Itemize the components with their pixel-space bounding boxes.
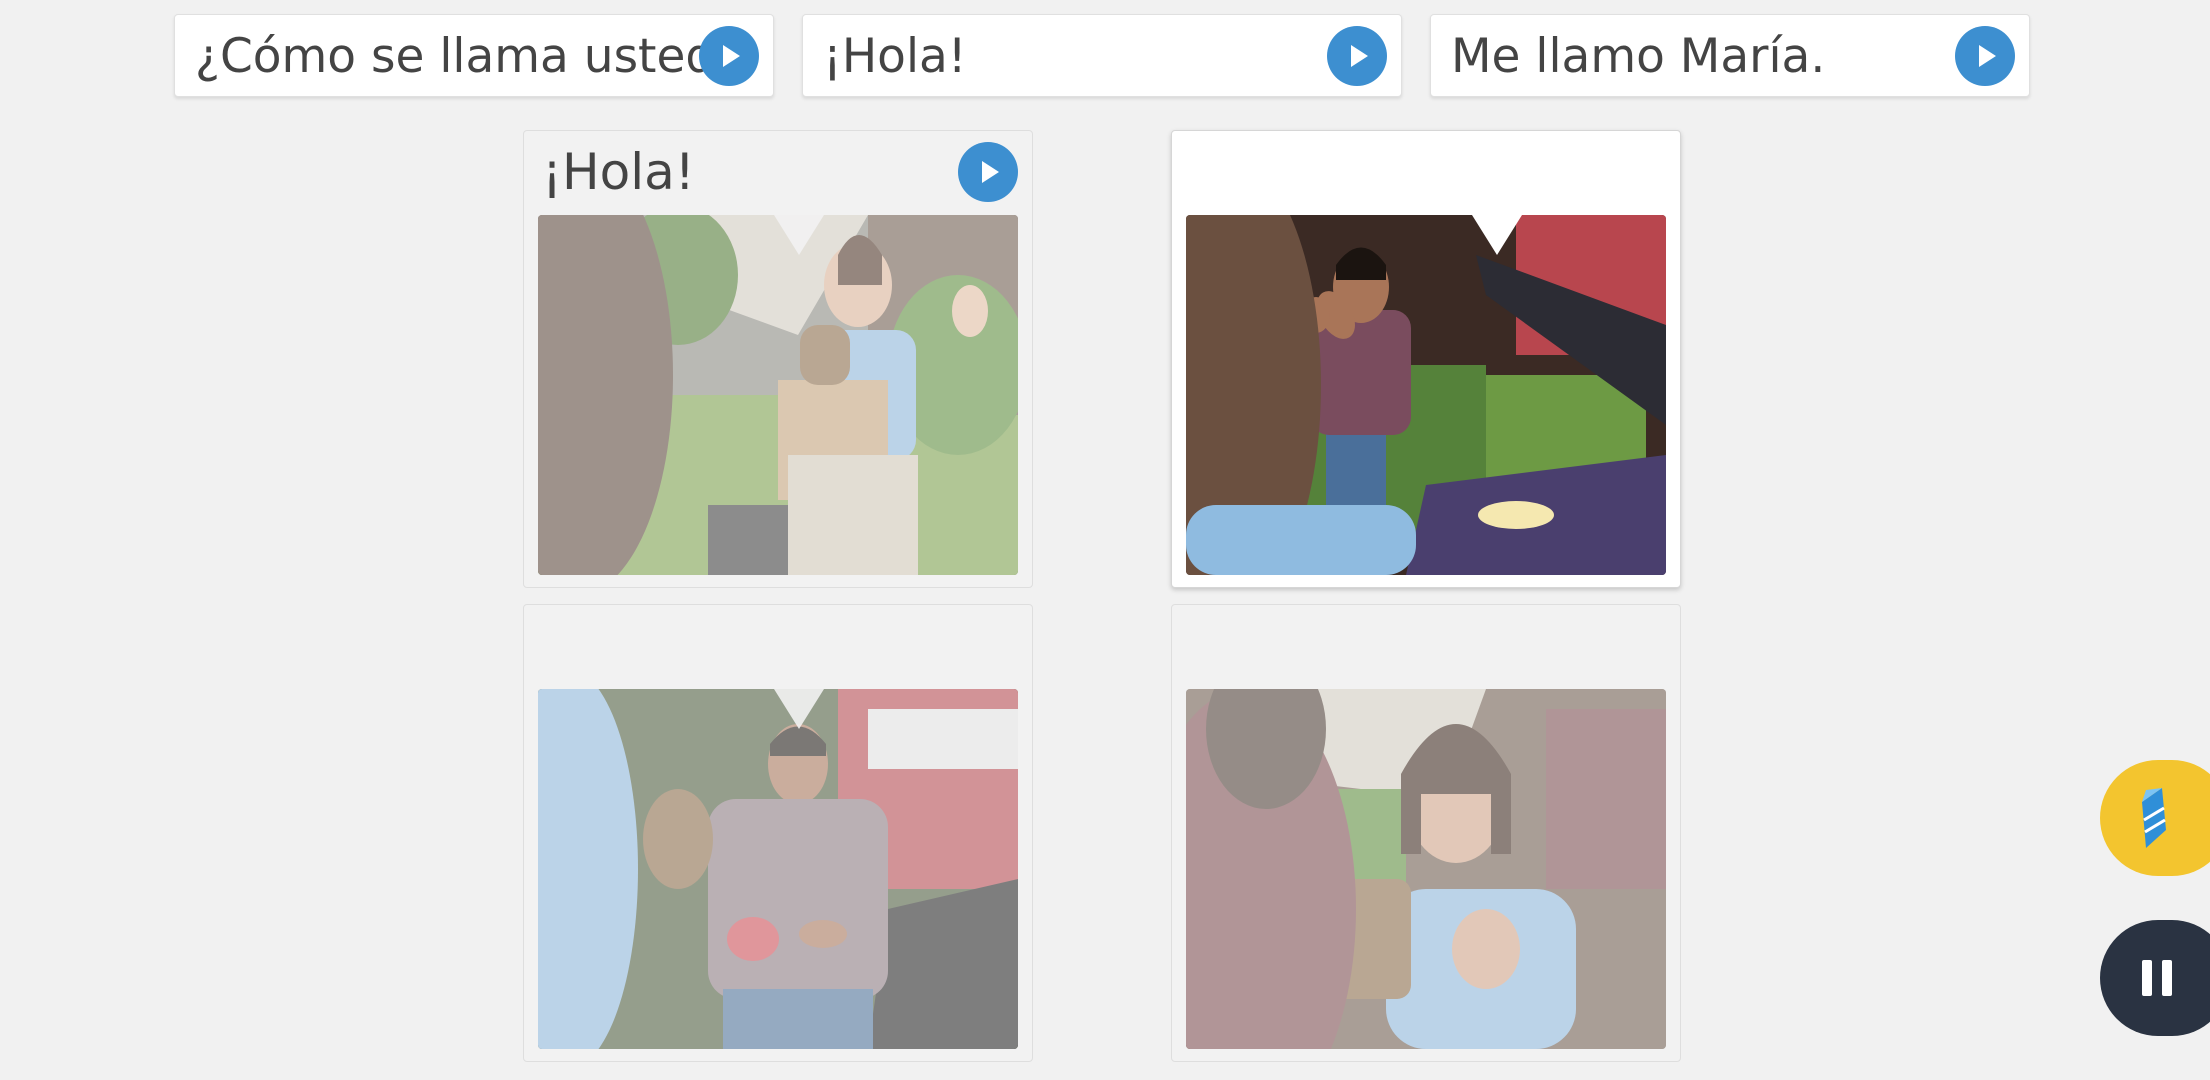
- scene-photo-man-car: [1186, 215, 1666, 575]
- image-card-man-waving-car[interactable]: [1171, 130, 1681, 588]
- play-icon: [1979, 45, 1996, 67]
- phrase-card-me-llamo[interactable]: Me llamo María.: [1430, 14, 2030, 97]
- scene-photo-woman-hand-chest: [1186, 689, 1666, 1049]
- play-icon: [1351, 45, 1368, 67]
- phrase-text: Me llamo María.: [1451, 29, 1826, 84]
- rosetta-stone-logo-icon: [2142, 788, 2166, 848]
- card-notch: [1472, 215, 1522, 255]
- card-notch: [774, 215, 824, 255]
- phrase-text: ¡Hola!: [823, 29, 967, 84]
- play-audio-button[interactable]: [958, 142, 1018, 202]
- card-caption: ¡Hola!: [542, 143, 695, 201]
- pause-button[interactable]: [2100, 920, 2210, 1036]
- pause-icon: [2142, 960, 2172, 996]
- scene-photo-man-talking: [538, 689, 1018, 1049]
- play-audio-button[interactable]: [1327, 26, 1387, 86]
- scene-photo-woman-waving: [538, 215, 1018, 575]
- play-icon: [982, 161, 999, 183]
- play-audio-button[interactable]: [699, 26, 759, 86]
- play-audio-button[interactable]: [1955, 26, 2015, 86]
- phrase-card-hola[interactable]: ¡Hola!: [802, 14, 1402, 97]
- image-card-woman-hand-chest[interactable]: [1171, 604, 1681, 1062]
- image-card-man-talking[interactable]: [523, 604, 1033, 1062]
- image-card-woman-waving[interactable]: ¡Hola!: [523, 130, 1033, 588]
- card-faded-overlay: [538, 215, 1018, 575]
- card-faded-overlay: [1186, 689, 1666, 1049]
- play-icon: [723, 45, 740, 67]
- phrase-card-como-se-llama[interactable]: ¿Cómo se llama usted?: [174, 14, 774, 97]
- phrase-text: ¿Cómo se llama usted?: [195, 29, 741, 84]
- card-faded-overlay: [538, 689, 1018, 1049]
- rosetta-stone-menu-button[interactable]: [2100, 760, 2210, 876]
- card-notch: [774, 689, 824, 729]
